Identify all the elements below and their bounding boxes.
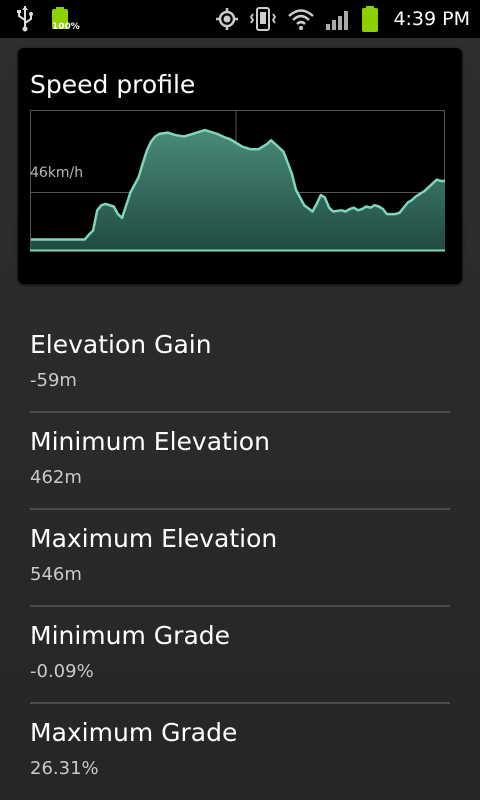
stats-list: Elevation Gain -59m Minimum Elevation 46…	[30, 316, 450, 800]
speed-profile-chart	[30, 110, 445, 252]
speed-profile-card[interactable]: Speed profile 46km/h	[18, 48, 462, 284]
battery-icon	[362, 6, 379, 32]
stat-label: Maximum Grade	[30, 718, 238, 747]
wifi-icon	[288, 9, 315, 30]
reference-speed-label: 46km/h	[30, 165, 84, 181]
stat-value: 26.31%	[30, 758, 99, 779]
stat-value: 546m	[30, 564, 82, 585]
status-bar: 100% 4:39 PM	[0, 0, 480, 38]
stat-label: Minimum Grade	[30, 621, 231, 650]
stat-label: Minimum Elevation	[30, 427, 270, 456]
vibrate-icon	[250, 7, 277, 31]
stat-value: 462m	[30, 467, 82, 488]
stat-minimum-elevation[interactable]: Minimum Elevation 462m	[30, 413, 450, 510]
stat-minimum-grade[interactable]: Minimum Grade -0.09%	[30, 607, 450, 704]
stat-value: -59m	[30, 370, 77, 391]
usb-icon	[17, 6, 33, 32]
stat-label: Elevation Gain	[30, 330, 212, 359]
signal-icon	[326, 11, 349, 30]
battery-percent: 100%	[52, 22, 80, 32]
stat-maximum-elevation[interactable]: Maximum Elevation 546m	[30, 510, 450, 607]
stat-elevation-gain[interactable]: Elevation Gain -59m	[30, 316, 450, 413]
stat-value: -0.09%	[30, 661, 94, 682]
gps-icon	[216, 8, 239, 30]
stat-label: Maximum Elevation	[30, 524, 278, 553]
stat-maximum-grade[interactable]: Maximum Grade 26.31%	[30, 704, 450, 800]
clock: 4:39 PM	[393, 8, 470, 30]
status-right-icons: 4:39 PM	[215, 0, 470, 38]
card-title: Speed profile	[30, 70, 196, 99]
